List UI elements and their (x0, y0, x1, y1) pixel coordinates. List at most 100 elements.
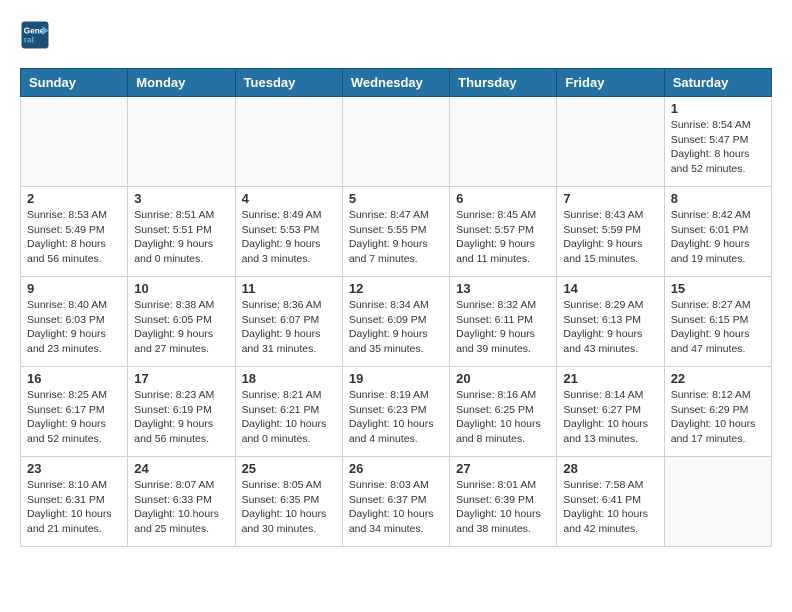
day-number: 6 (456, 191, 550, 206)
day-number: 25 (242, 461, 336, 476)
day-number: 19 (349, 371, 443, 386)
day-number: 4 (242, 191, 336, 206)
day-number: 27 (456, 461, 550, 476)
day-info: Sunrise: 7:58 AM Sunset: 6:41 PM Dayligh… (563, 478, 657, 537)
weekday-header-sunday: Sunday (21, 69, 128, 97)
svg-text:ral: ral (24, 36, 34, 45)
day-number: 20 (456, 371, 550, 386)
day-info: Sunrise: 8:25 AM Sunset: 6:17 PM Dayligh… (27, 388, 121, 447)
calendar-cell: 12 Sunrise: 8:34 AM Sunset: 6:09 PM Dayli… (342, 277, 449, 367)
weekday-header-saturday: Saturday (664, 69, 771, 97)
day-info: Sunrise: 8:21 AM Sunset: 6:21 PM Dayligh… (242, 388, 336, 447)
calendar-cell: 20 Sunrise: 8:16 AM Sunset: 6:25 PM Dayli… (450, 367, 557, 457)
logo-icon: Gene ral (20, 20, 50, 50)
calendar-cell (342, 97, 449, 187)
calendar-cell: 24 Sunrise: 8:07 AM Sunset: 6:33 PM Dayli… (128, 457, 235, 547)
day-info: Sunrise: 8:12 AM Sunset: 6:29 PM Dayligh… (671, 388, 765, 447)
day-info: Sunrise: 8:45 AM Sunset: 5:57 PM Dayligh… (456, 208, 550, 267)
day-info: Sunrise: 8:53 AM Sunset: 5:49 PM Dayligh… (27, 208, 121, 267)
day-info: Sunrise: 8:29 AM Sunset: 6:13 PM Dayligh… (563, 298, 657, 357)
calendar-cell: 10Sunrise: 8:38 AM Sunset: 6:05 PM Dayli… (128, 277, 235, 367)
calendar-cell (235, 97, 342, 187)
day-info: Sunrise: 8:01 AM Sunset: 6:39 PM Dayligh… (456, 478, 550, 537)
day-number: 18 (242, 371, 336, 386)
calendar-cell: 18 Sunrise: 8:21 AM Sunset: 6:21 PM Dayli… (235, 367, 342, 457)
day-info: Sunrise: 8:34 AM Sunset: 6:09 PM Dayligh… (349, 298, 443, 357)
day-info: Sunrise: 8:05 AM Sunset: 6:35 PM Dayligh… (242, 478, 336, 537)
day-number: 5 (349, 191, 443, 206)
day-number: 22 (671, 371, 765, 386)
day-number: 7 (563, 191, 657, 206)
day-number: 12 (349, 281, 443, 296)
calendar-cell: 11 Sunrise: 8:36 AM Sunset: 6:07 PM Dayli… (235, 277, 342, 367)
calendar-cell: 4 Sunrise: 8:49 AM Sunset: 5:53 PM Daylig… (235, 187, 342, 277)
day-info: Sunrise: 8:14 AM Sunset: 6:27 PM Dayligh… (563, 388, 657, 447)
calendar-cell: 6 Sunrise: 8:45 AM Sunset: 5:57 PM Daylig… (450, 187, 557, 277)
calendar-cell: 22 Sunrise: 8:12 AM Sunset: 6:29 PM Dayli… (664, 367, 771, 457)
calendar-cell (664, 457, 771, 547)
calendar-cell: 7 Sunrise: 8:43 AM Sunset: 5:59 PM Daylig… (557, 187, 664, 277)
svg-text:Gene: Gene (24, 27, 45, 36)
day-info: Sunrise: 8:47 AM Sunset: 5:55 PM Dayligh… (349, 208, 443, 267)
calendar-cell: 25 Sunrise: 8:05 AM Sunset: 6:35 PM Dayli… (235, 457, 342, 547)
day-number: 1 (671, 101, 765, 116)
day-info: Sunrise: 8:10 AM Sunset: 6:31 PM Dayligh… (27, 478, 121, 537)
day-info: Sunrise: 8:03 AM Sunset: 6:37 PM Dayligh… (349, 478, 443, 537)
calendar-cell: 2 Sunrise: 8:53 AM Sunset: 5:49 PM Daylig… (21, 187, 128, 277)
day-number: 2 (27, 191, 121, 206)
day-info: Sunrise: 8:36 AM Sunset: 6:07 PM Dayligh… (242, 298, 336, 357)
calendar-cell: 27 Sunrise: 8:01 AM Sunset: 6:39 PM Dayli… (450, 457, 557, 547)
day-info: Sunrise: 8:19 AM Sunset: 6:23 PM Dayligh… (349, 388, 443, 447)
weekday-header-tuesday: Tuesday (235, 69, 342, 97)
day-number: 16 (27, 371, 121, 386)
calendar-cell: 5 Sunrise: 8:47 AM Sunset: 5:55 PM Daylig… (342, 187, 449, 277)
day-number: 14 (563, 281, 657, 296)
calendar-cell (450, 97, 557, 187)
day-info: Sunrise: 8:51 AM Sunset: 5:51 PM Dayligh… (134, 208, 228, 267)
day-info: Sunrise: 8:16 AM Sunset: 6:25 PM Dayligh… (456, 388, 550, 447)
logo: Gene ral (20, 20, 52, 50)
calendar-cell: 1 Sunrise: 8:54 AM Sunset: 5:47 PM Daylig… (664, 97, 771, 187)
calendar-cell: 13 Sunrise: 8:32 AM Sunset: 6:11 PM Dayli… (450, 277, 557, 367)
day-info: Sunrise: 8:32 AM Sunset: 6:11 PM Dayligh… (456, 298, 550, 357)
day-info: Sunrise: 8:07 AM Sunset: 6:33 PM Dayligh… (134, 478, 228, 537)
day-info: Sunrise: 8:54 AM Sunset: 5:47 PM Dayligh… (671, 118, 765, 177)
calendar-cell: 9Sunrise: 8:40 AM Sunset: 6:03 PM Daylig… (21, 277, 128, 367)
day-number: 17 (134, 371, 228, 386)
calendar-cell: 3 Sunrise: 8:51 AM Sunset: 5:51 PM Daylig… (128, 187, 235, 277)
day-number: 21 (563, 371, 657, 386)
calendar-cell (128, 97, 235, 187)
calendar-cell: 15 Sunrise: 8:27 AM Sunset: 6:15 PM Dayli… (664, 277, 771, 367)
day-info: Sunrise: 8:27 AM Sunset: 6:15 PM Dayligh… (671, 298, 765, 357)
calendar-cell: 17 Sunrise: 8:23 AM Sunset: 6:19 PM Dayli… (128, 367, 235, 457)
day-info: Sunrise: 8:38 AM Sunset: 6:05 PM Dayligh… (134, 298, 228, 357)
day-info: Sunrise: 8:43 AM Sunset: 5:59 PM Dayligh… (563, 208, 657, 267)
day-number: 24 (134, 461, 228, 476)
calendar-cell: 28 Sunrise: 7:58 AM Sunset: 6:41 PM Dayli… (557, 457, 664, 547)
calendar-cell: 14 Sunrise: 8:29 AM Sunset: 6:13 PM Dayli… (557, 277, 664, 367)
calendar-cell: 23 Sunrise: 8:10 AM Sunset: 6:31 PM Dayli… (21, 457, 128, 547)
day-number: 11 (242, 281, 336, 296)
calendar-cell (21, 97, 128, 187)
weekday-header-thursday: Thursday (450, 69, 557, 97)
day-number: 8 (671, 191, 765, 206)
day-number: 28 (563, 461, 657, 476)
weekday-header-wednesday: Wednesday (342, 69, 449, 97)
day-number: 26 (349, 461, 443, 476)
day-number: 13 (456, 281, 550, 296)
day-number: 3 (134, 191, 228, 206)
calendar-cell: 21 Sunrise: 8:14 AM Sunset: 6:27 PM Dayli… (557, 367, 664, 457)
day-number: 15 (671, 281, 765, 296)
calendar-cell: 16 Sunrise: 8:25 AM Sunset: 6:17 PM Dayli… (21, 367, 128, 457)
day-info: Sunrise: 8:40 AM Sunset: 6:03 PM Dayligh… (27, 298, 121, 357)
weekday-header-monday: Monday (128, 69, 235, 97)
weekday-header-friday: Friday (557, 69, 664, 97)
day-info: Sunrise: 8:23 AM Sunset: 6:19 PM Dayligh… (134, 388, 228, 447)
calendar-cell (557, 97, 664, 187)
day-number: 23 (27, 461, 121, 476)
calendar: SundayMondayTuesdayWednesdayThursdayFrid… (20, 68, 772, 547)
calendar-cell: 8Sunrise: 8:42 AM Sunset: 6:01 PM Daylig… (664, 187, 771, 277)
calendar-cell: 26 Sunrise: 8:03 AM Sunset: 6:37 PM Dayli… (342, 457, 449, 547)
calendar-cell: 19 Sunrise: 8:19 AM Sunset: 6:23 PM Dayli… (342, 367, 449, 457)
day-info: Sunrise: 8:49 AM Sunset: 5:53 PM Dayligh… (242, 208, 336, 267)
